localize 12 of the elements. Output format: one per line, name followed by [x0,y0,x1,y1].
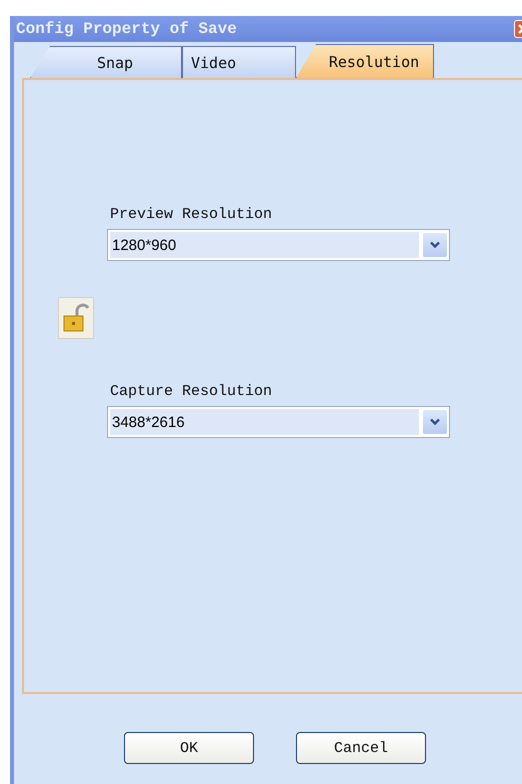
resolution-dropdown[interactable]: 1280*960 [107,229,450,261]
field-label: Preview Resolution [110,206,272,223]
tab[interactable]: Resolution [296,44,434,78]
cancel-button[interactable]: Cancel [296,732,426,764]
window-title: Config Property of Save [16,20,237,38]
tab[interactable]: Video [182,46,296,78]
field-label: Capture Resolution [110,383,272,400]
padlock-icon [63,303,89,333]
lock-toggle-button[interactable] [58,297,94,339]
ok-button[interactable]: OK [124,732,254,764]
resolution-dropdown[interactable]: 3488*2616 [107,406,450,438]
tab[interactable]: Snap [30,46,182,78]
